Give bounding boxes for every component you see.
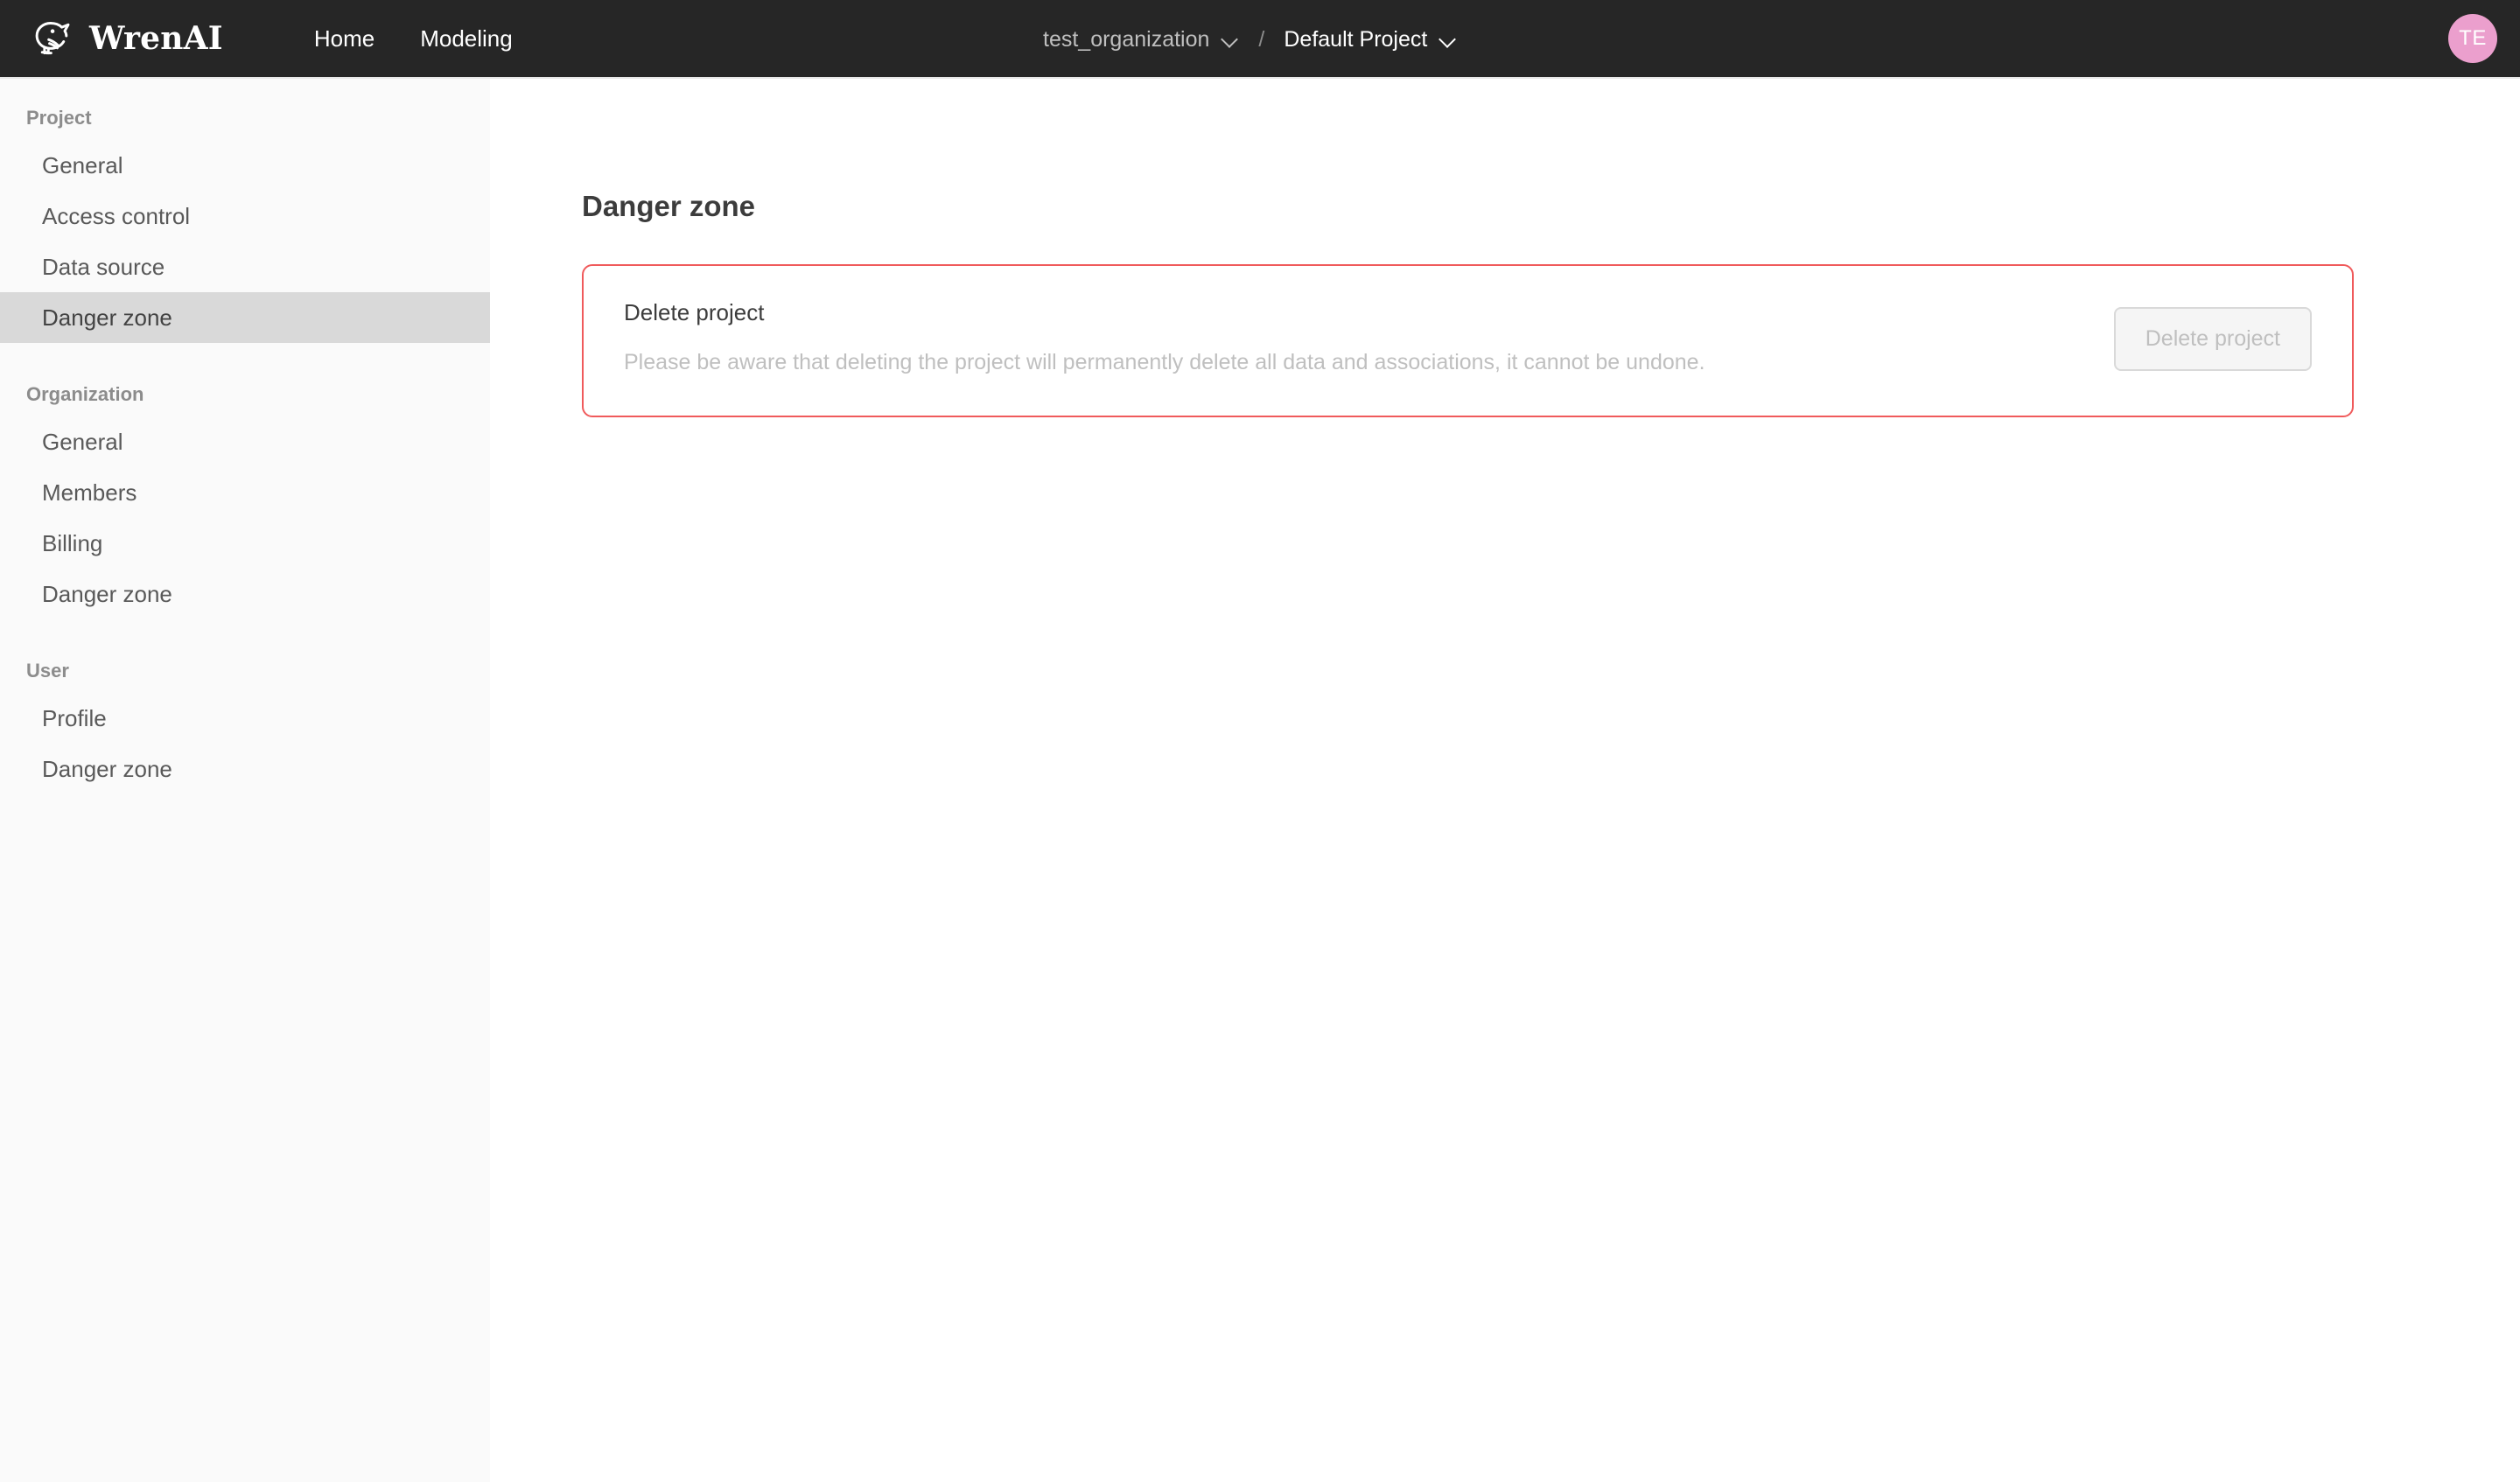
wren-bird-icon — [23, 11, 77, 66]
sidebar-group-user: User Profile Danger zone — [0, 651, 490, 794]
delete-project-description: Please be aware that deleting the projec… — [624, 350, 1705, 375]
sidebar-item-user-profile[interactable]: Profile — [0, 693, 490, 744]
sidebar-group-title-organization: Organization — [26, 383, 144, 405]
sidebar-item-user-danger-zone[interactable]: Danger zone — [0, 744, 490, 794]
sidebar-item-project-danger-zone[interactable]: Danger zone — [0, 292, 490, 343]
sidebar-item-project-access-control[interactable]: Access control — [0, 191, 490, 241]
delete-project-title: Delete project — [624, 299, 765, 326]
sidebar-group-title-user: User — [26, 660, 69, 682]
body: Project General Access control Data sour… — [0, 79, 2520, 1482]
page-title: Danger zone — [582, 190, 756, 222]
avatar[interactable]: TE — [2448, 14, 2497, 63]
top-header: WrenAI Home Modeling test_organization /… — [0, 0, 2520, 79]
sidebar-group-title-project: Project — [26, 107, 92, 129]
breadcrumb-separator: / — [1258, 26, 1265, 52]
breadcrumb-project-selector[interactable]: Default Project — [1273, 22, 1467, 58]
sidebar-item-organization-members[interactable]: Members — [0, 467, 490, 518]
main-nav: Home Modeling — [291, 17, 536, 60]
main-content: Danger zone Delete project Please be awa… — [490, 79, 2520, 1482]
sidebar-divider-1 — [0, 355, 490, 374]
nav-item-modeling[interactable]: Modeling — [397, 17, 536, 60]
app-root: WrenAI Home Modeling test_organization /… — [0, 0, 2520, 1482]
breadcrumb-organization-label: test_organization — [1043, 26, 1210, 52]
brand-name: WrenAI — [89, 20, 223, 57]
sidebar-divider-2 — [0, 632, 490, 651]
sidebar-item-organization-billing[interactable]: Billing — [0, 518, 490, 569]
chevron-down-icon — [1222, 31, 1239, 48]
breadcrumb-project-label: Default Project — [1284, 26, 1428, 52]
delete-project-card-text: Delete project Please be aware that dele… — [624, 301, 1705, 377]
delete-project-card: Delete project Please be aware that dele… — [582, 264, 2354, 417]
brand-logo-link[interactable]: WrenAI — [23, 11, 223, 66]
breadcrumb: test_organization / Default Project — [1032, 0, 1467, 79]
breadcrumb-organization-selector[interactable]: test_organization — [1032, 22, 1250, 58]
sidebar-item-organization-danger-zone[interactable]: Danger zone — [0, 569, 490, 619]
sidebar-item-organization-general[interactable]: General — [0, 416, 490, 467]
chevron-down-icon — [1439, 31, 1457, 48]
sidebar-item-project-general[interactable]: General — [0, 140, 490, 191]
settings-sidebar: Project General Access control Data sour… — [0, 79, 490, 1482]
sidebar-group-organization: Organization General Members Billing Dan… — [0, 374, 490, 619]
sidebar-group-project: Project General Access control Data sour… — [0, 98, 490, 343]
nav-item-home[interactable]: Home — [291, 17, 397, 60]
delete-project-button[interactable]: Delete project — [2113, 307, 2312, 372]
sidebar-item-project-data-source[interactable]: Data source — [0, 241, 490, 292]
